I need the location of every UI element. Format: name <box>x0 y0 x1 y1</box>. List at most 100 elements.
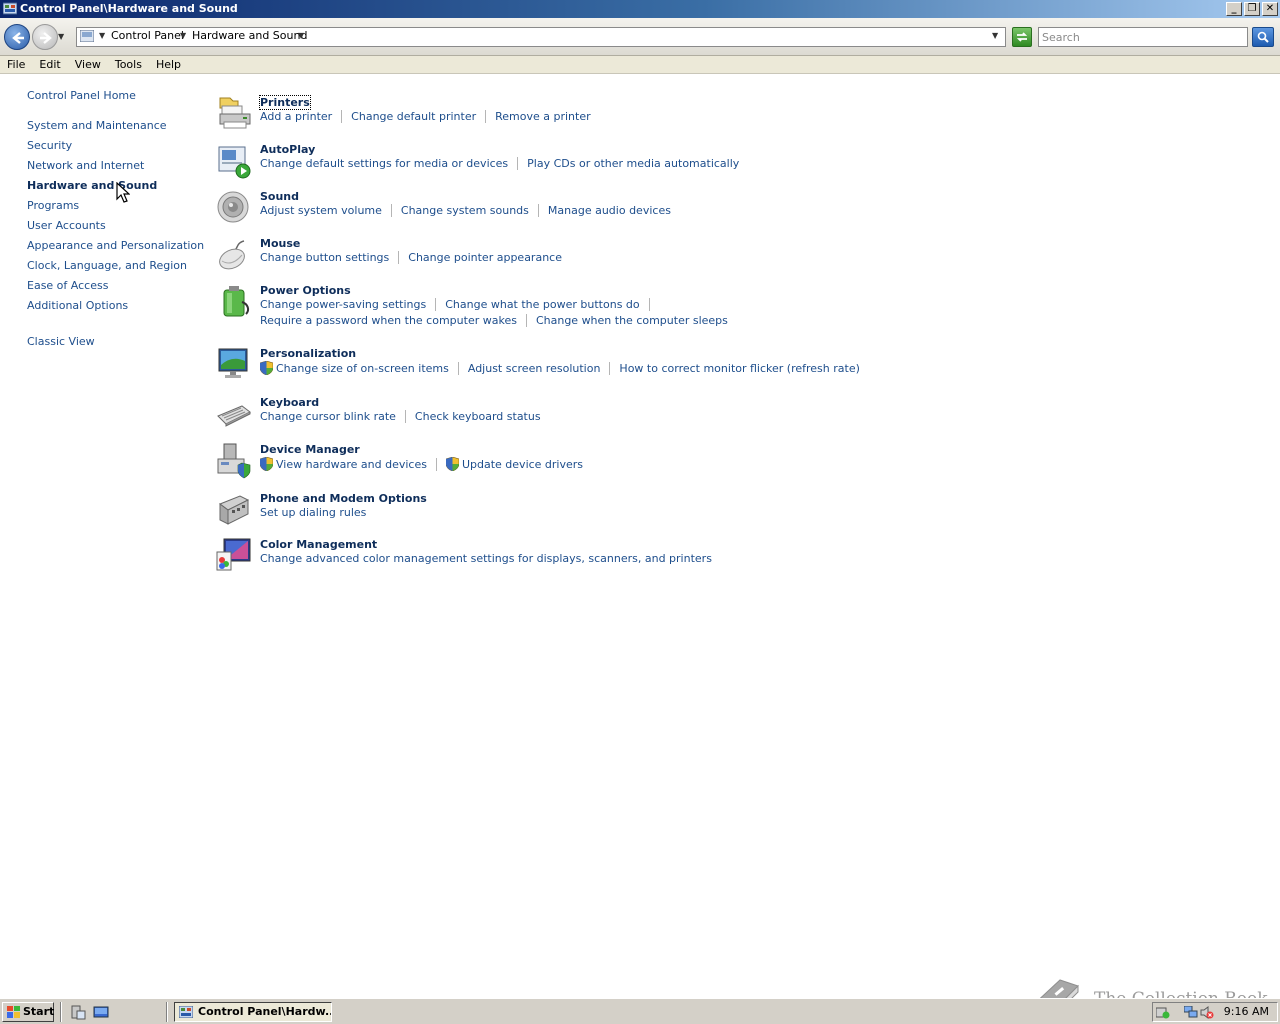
menu-bar: File Edit View Tools Help <box>0 56 1280 74</box>
task-separator <box>390 204 392 217</box>
nav-additional-options[interactable]: Additional Options <box>27 299 128 312</box>
task-change-default-printer[interactable]: Change default printer <box>351 110 476 123</box>
task-separator <box>457 361 459 375</box>
menu-view[interactable]: View <box>68 56 108 74</box>
task-play-cds-automatically[interactable]: Play CDs or other media automatically <box>527 157 739 170</box>
task-change-default-media-settings[interactable]: Change default settings for media or dev… <box>260 157 508 170</box>
task-add-printer[interactable]: Add a printer <box>260 110 332 123</box>
taskbar-separator <box>166 1002 168 1022</box>
forward-button[interactable] <box>32 24 58 50</box>
windows-flag-icon <box>7 1006 20 1018</box>
task-advanced-color-settings[interactable]: Change advanced color management setting… <box>260 552 712 565</box>
menu-help[interactable]: Help <box>149 56 188 74</box>
task-change-cursor-blink-rate[interactable]: Change cursor blink rate <box>260 410 396 423</box>
uac-shield-icon <box>445 457 459 471</box>
battery-icon <box>223 286 250 317</box>
category-title-device-manager[interactable]: Device Manager <box>260 443 360 456</box>
task-change-power-buttons[interactable]: Change what the power buttons do <box>445 298 639 311</box>
menu-edit[interactable]: Edit <box>32 56 67 74</box>
speaker-icon <box>217 191 249 223</box>
category-title-personalization[interactable]: Personalization <box>260 347 356 360</box>
task-separator <box>537 204 539 217</box>
crumb-root-chevron-icon[interactable]: ▼ <box>99 31 105 40</box>
task-check-keyboard-status[interactable]: Check keyboard status <box>415 410 541 423</box>
category-title-color-management[interactable]: Color Management <box>260 538 377 551</box>
window-title: Control Panel\Hardware and Sound <box>20 2 238 15</box>
menu-file[interactable]: File <box>0 56 32 74</box>
category-title-keyboard[interactable]: Keyboard <box>260 396 319 409</box>
category-title-printers[interactable]: Printers <box>259 95 311 110</box>
refresh-button[interactable] <box>1012 27 1032 47</box>
task-separator <box>485 110 487 123</box>
clock[interactable]: 9:16 AM <box>1224 1005 1269 1018</box>
menu-tools[interactable]: Tools <box>108 56 149 74</box>
task-monitor-flicker-help[interactable]: How to correct monitor flicker (refresh … <box>619 362 859 375</box>
taskbar-separator <box>60 1002 62 1022</box>
back-button[interactable] <box>4 24 30 50</box>
category-title-phone-and-modem[interactable]: Phone and Modem Options <box>260 492 427 505</box>
task-change-when-computer-sleeps[interactable]: Change when the computer sleeps <box>536 314 728 327</box>
restore-button[interactable]: ❐ <box>1244 2 1260 16</box>
task-remove-printer[interactable]: Remove a printer <box>495 110 591 123</box>
task-change-power-saving-settings[interactable]: Change power-saving settings <box>260 298 426 311</box>
phone-modem-icon <box>218 495 250 525</box>
task-change-pointer-appearance[interactable]: Change pointer appearance <box>408 251 562 264</box>
mouse-icon <box>219 240 245 270</box>
nav-ease-of-access[interactable]: Ease of Access <box>27 279 108 292</box>
task-change-system-sounds[interactable]: Change system sounds <box>401 204 529 217</box>
search-button[interactable] <box>1252 27 1274 47</box>
monitor-icon <box>218 348 248 378</box>
crumb-chevron-icon[interactable]: ▼ <box>180 31 186 40</box>
task-set-up-dialing-rules[interactable]: Set up dialing rules <box>260 506 366 519</box>
taskbar-control-panel-button[interactable]: Control Panel\Hardw... <box>174 1002 332 1022</box>
nav-control-panel-home[interactable]: Control Panel Home <box>27 89 136 102</box>
nav-security[interactable]: Security <box>27 139 72 152</box>
task-label: View hardware and devices <box>276 457 427 471</box>
server-manager-quicklaunch-icon[interactable] <box>70 1004 86 1020</box>
nav-system-and-maintenance[interactable]: System and Maintenance <box>27 119 167 132</box>
close-button[interactable]: ✕ <box>1262 2 1278 16</box>
security-tray-icon[interactable] <box>1156 1006 1170 1019</box>
category-title-autoplay[interactable]: AutoPlay <box>260 143 315 156</box>
window-titlebar: Control Panel\Hardware and Sound _ ❐ ✕ <box>0 0 1280 18</box>
search-input[interactable] <box>1038 27 1248 47</box>
task-separator <box>609 361 611 375</box>
task-adjust-screen-resolution[interactable]: Adjust screen resolution <box>468 362 601 375</box>
nav-network-and-internet[interactable]: Network and Internet <box>27 159 144 172</box>
recent-pages-dropdown-icon[interactable]: ▼ <box>58 32 64 41</box>
task-change-size-of-items[interactable]: Change size of on-screen items <box>260 361 449 375</box>
address-dropdown-icon[interactable]: ▼ <box>992 31 998 40</box>
nav-programs[interactable]: Programs <box>27 199 79 212</box>
category-title-power-options[interactable]: Power Options <box>260 284 351 297</box>
task-update-device-drivers[interactable]: Update device drivers <box>445 457 583 471</box>
system-tray: 9:16 AM <box>1152 1002 1278 1022</box>
task-require-password-on-wake[interactable]: Require a password when the computer wak… <box>260 314 517 327</box>
nav-appearance-and-personalization[interactable]: Appearance and Personalization <box>27 239 204 252</box>
nav-classic-view[interactable]: Classic View <box>27 335 95 348</box>
task-view-hardware-and-devices[interactable]: View hardware and devices <box>260 457 427 471</box>
forward-arrow-icon <box>40 32 52 44</box>
nav-user-accounts[interactable]: User Accounts <box>27 219 106 232</box>
show-desktop-quicklaunch-icon[interactable] <box>93 1004 109 1020</box>
task-separator <box>435 457 437 471</box>
start-button[interactable]: Start <box>2 1002 54 1022</box>
task-manage-audio-devices[interactable]: Manage audio devices <box>548 204 671 217</box>
start-label: Start <box>23 1005 55 1018</box>
network-tray-icon[interactable] <box>1184 1006 1198 1019</box>
crumb-control-panel[interactable]: Control Panel <box>111 29 184 42</box>
crumb-hardware-and-sound[interactable]: Hardware and Sound <box>192 29 307 42</box>
nav-hardware-and-sound[interactable]: Hardware and Sound <box>27 179 157 192</box>
crumb-chevron-icon[interactable]: ▼ <box>298 31 304 40</box>
task-separator <box>435 298 437 311</box>
taskbar: Start Control Panel\Hardw... 9:16 AM <box>0 998 1280 1024</box>
category-title-mouse[interactable]: Mouse <box>260 237 300 250</box>
category-title-sound[interactable]: Sound <box>260 190 299 203</box>
task-adjust-system-volume[interactable]: Adjust system volume <box>260 204 382 217</box>
nav-clock-language-region[interactable]: Clock, Language, and Region <box>27 259 187 272</box>
color-management-icon <box>216 538 251 571</box>
task-change-button-settings[interactable]: Change button settings <box>260 251 389 264</box>
volume-muted-tray-icon[interactable] <box>1200 1006 1214 1019</box>
minimize-button[interactable]: _ <box>1226 2 1242 16</box>
control-panel-icon <box>179 1006 193 1018</box>
uac-shield-icon <box>260 361 273 375</box>
